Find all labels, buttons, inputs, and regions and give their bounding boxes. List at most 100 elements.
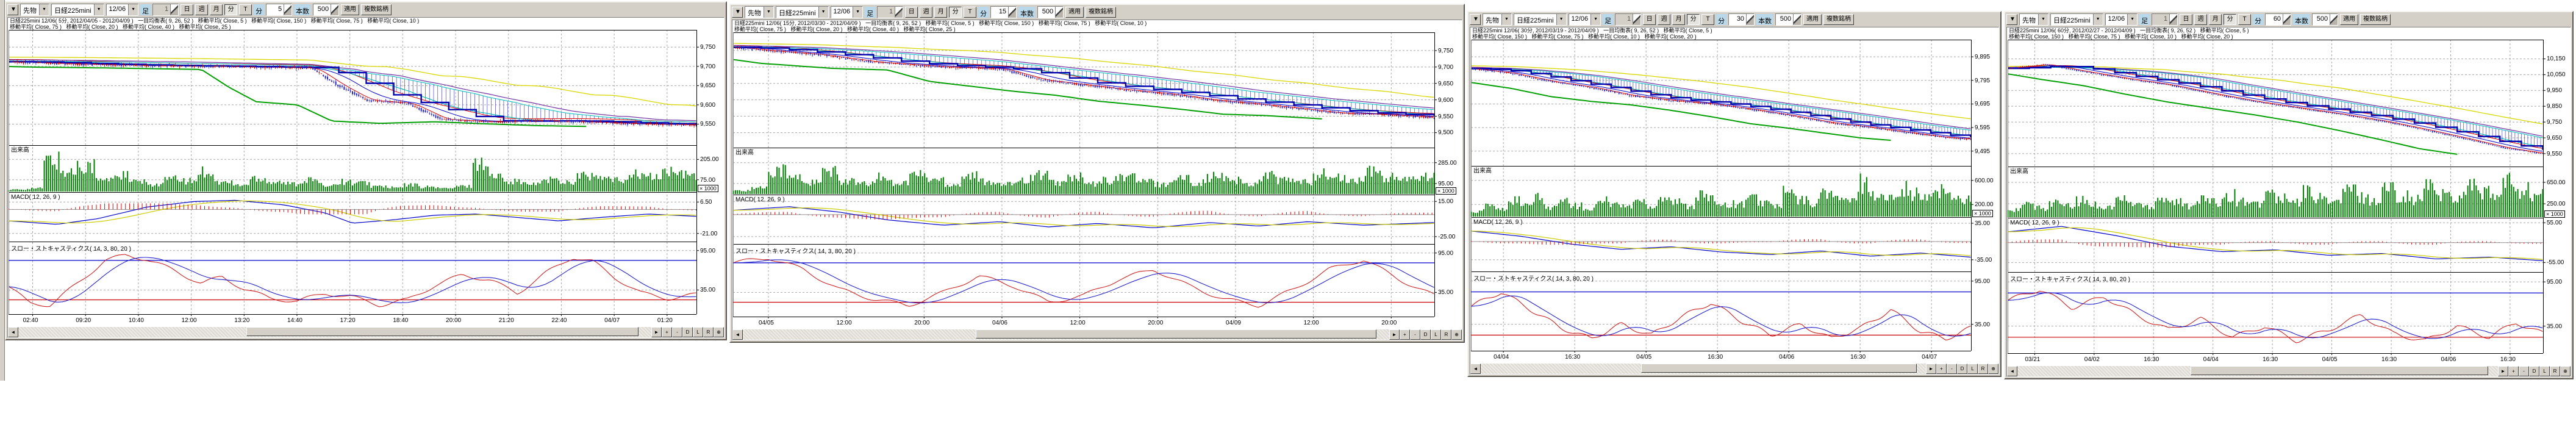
scroll-right-button[interactable]: ► bbox=[1389, 329, 1400, 340]
scroll-right-button[interactable]: ► bbox=[1926, 364, 1936, 374]
window-menu-button[interactable]: ▼ bbox=[7, 4, 18, 15]
scrollbar-thumb[interactable] bbox=[1641, 364, 1917, 373]
period-button-4[interactable]: T bbox=[964, 7, 976, 18]
period-button-1[interactable]: 週 bbox=[920, 7, 932, 18]
mode-r-button[interactable]: R bbox=[1978, 364, 1988, 374]
spinner-button[interactable] bbox=[331, 4, 338, 15]
bar-count-spinner[interactable]: 500 bbox=[2312, 13, 2338, 26]
zoom-out-button[interactable]: - bbox=[1947, 364, 1957, 374]
window-menu-button[interactable]: ▼ bbox=[732, 7, 743, 18]
period-button-1[interactable]: 週 bbox=[195, 4, 208, 15]
minute-spinner[interactable]: 15 bbox=[990, 6, 1017, 18]
scroll-left-button[interactable]: ◄ bbox=[2007, 366, 2017, 376]
multi-symbol-button[interactable]: 複数銘柄 bbox=[2360, 14, 2391, 25]
scrollbar-track[interactable] bbox=[18, 327, 651, 337]
period-button-2[interactable]: 月 bbox=[1672, 14, 1685, 25]
window-menu-button[interactable]: ▼ bbox=[2006, 14, 2017, 25]
magnify-button[interactable]: ⊕ bbox=[1451, 329, 1462, 340]
bar-count-spinner[interactable]: 500 bbox=[1775, 13, 1801, 26]
scrollbar-thumb[interactable] bbox=[976, 329, 1376, 339]
scroll-left-button[interactable]: ◄ bbox=[8, 327, 18, 337]
scrollbar-track[interactable] bbox=[2017, 366, 2498, 376]
mode-d-button[interactable]: D bbox=[682, 327, 693, 337]
mode-r-button[interactable]: R bbox=[703, 327, 714, 337]
period-button-4[interactable]: T bbox=[239, 4, 252, 15]
multi-symbol-button[interactable]: 複数銘柄 bbox=[1086, 7, 1116, 18]
minute-spinner[interactable]: 5 bbox=[266, 4, 292, 16]
spinner-button[interactable] bbox=[2330, 14, 2338, 25]
window-menu-button[interactable]: ▼ bbox=[1470, 14, 1481, 25]
period-button-0[interactable]: 日 bbox=[2180, 14, 2192, 25]
period-button-4[interactable]: T bbox=[2238, 14, 2251, 25]
scrollbar-thumb[interactable] bbox=[246, 327, 639, 336]
magnify-button[interactable]: ⊕ bbox=[2560, 366, 2571, 376]
apply-button[interactable]: 適用 bbox=[2340, 14, 2358, 25]
period-button-0[interactable]: 日 bbox=[905, 7, 918, 18]
multi-symbol-button[interactable]: 複数銘柄 bbox=[361, 4, 392, 15]
apply-button[interactable]: 適用 bbox=[1065, 7, 1084, 18]
period-button-2[interactable]: 月 bbox=[210, 4, 223, 15]
period-button-2[interactable]: 月 bbox=[934, 7, 947, 18]
scroll-left-button[interactable]: ◄ bbox=[1470, 364, 1481, 374]
spinner-button[interactable] bbox=[1055, 7, 1063, 18]
period-button-3[interactable]: 分 bbox=[2224, 14, 2236, 25]
apply-button[interactable]: 適用 bbox=[341, 4, 359, 15]
symbol-select[interactable]: 日経225mini▼ bbox=[51, 4, 104, 16]
contract-month-select[interactable]: 12/06▼ bbox=[106, 4, 139, 16]
magnify-button[interactable]: ⊕ bbox=[714, 327, 724, 337]
period-button-0[interactable]: 日 bbox=[181, 4, 193, 15]
zoom-out-button[interactable]: - bbox=[1410, 329, 1420, 340]
zoom-in-button[interactable]: + bbox=[1936, 364, 1947, 374]
symbol-select[interactable]: 日経225mini▼ bbox=[776, 6, 829, 18]
zoom-in-button[interactable]: + bbox=[1400, 329, 1410, 340]
period-button-3[interactable]: 分 bbox=[1687, 14, 1700, 25]
scrollbar-thumb[interactable] bbox=[2191, 366, 2489, 375]
spinner-button[interactable] bbox=[284, 4, 292, 15]
spinner-button[interactable] bbox=[1008, 7, 1016, 18]
zoom-out-button[interactable]: - bbox=[672, 327, 682, 337]
bar-count-spinner[interactable]: 500 bbox=[313, 4, 339, 16]
mode-d-button[interactable]: D bbox=[1420, 329, 1431, 340]
mode-r-button[interactable]: R bbox=[1441, 329, 1451, 340]
chart-canvas[interactable]: 出来高MACD( 12, 26, 9 )スロー・ストキャスティクス( 14, 3… bbox=[2008, 40, 2570, 366]
mode-d-button[interactable]: D bbox=[1957, 364, 1967, 374]
period-button-4[interactable]: T bbox=[1701, 14, 1714, 25]
contract-month-select[interactable]: 12/06▼ bbox=[2105, 13, 2138, 26]
instrument-type-select[interactable]: 先物▼ bbox=[2019, 13, 2048, 26]
mode-l-button[interactable]: L bbox=[693, 327, 703, 337]
mode-l-button[interactable]: L bbox=[1431, 329, 1441, 340]
zoom-out-button[interactable]: - bbox=[2519, 366, 2529, 376]
chart-canvas[interactable]: 出来高MACD( 12, 26, 9 )スロー・ストキャスティクス( 14, 3… bbox=[9, 30, 723, 327]
minute-spinner[interactable]: 60 bbox=[2265, 13, 2291, 26]
period-button-1[interactable]: 週 bbox=[1658, 14, 1670, 25]
zoom-in-button[interactable]: + bbox=[662, 327, 672, 337]
scroll-right-button[interactable]: ► bbox=[651, 327, 662, 337]
symbol-select[interactable]: 日経225mini▼ bbox=[2050, 13, 2103, 26]
minute-spinner[interactable]: 30 bbox=[1728, 13, 1755, 26]
mode-l-button[interactable]: L bbox=[1967, 364, 1978, 374]
chart-canvas[interactable]: 出来高MACD( 12, 26, 9 )スロー・ストキャスティクス( 14, 3… bbox=[733, 32, 1461, 329]
symbol-select[interactable]: 日経225mini▼ bbox=[1514, 13, 1567, 26]
chart-canvas[interactable]: 出来高MACD( 12, 26, 9 )スロー・ストキャスティクス( 14, 3… bbox=[1471, 40, 1998, 364]
zoom-in-button[interactable]: + bbox=[2508, 366, 2519, 376]
spinner-button[interactable] bbox=[1793, 14, 1801, 25]
instrument-type-select[interactable]: 先物▼ bbox=[745, 6, 774, 18]
magnify-button[interactable]: ⊕ bbox=[1988, 364, 1998, 374]
spinner-button[interactable] bbox=[1746, 14, 1754, 25]
apply-button[interactable]: 適用 bbox=[1803, 14, 1822, 25]
period-button-3[interactable]: 分 bbox=[949, 7, 962, 18]
mode-r-button[interactable]: R bbox=[2550, 366, 2560, 376]
scrollbar-track[interactable] bbox=[743, 329, 1389, 340]
scrollbar-track[interactable] bbox=[1481, 364, 1926, 374]
period-button-2[interactable]: 月 bbox=[2209, 14, 2222, 25]
instrument-type-select[interactable]: 先物▼ bbox=[1483, 13, 1512, 26]
contract-month-select[interactable]: 12/06▼ bbox=[831, 6, 864, 18]
period-button-1[interactable]: 週 bbox=[2194, 14, 2207, 25]
mode-d-button[interactable]: D bbox=[2529, 366, 2539, 376]
period-button-0[interactable]: 日 bbox=[1643, 14, 1656, 25]
scroll-right-button[interactable]: ► bbox=[2498, 366, 2508, 376]
period-button-3[interactable]: 分 bbox=[224, 4, 237, 15]
mode-l-button[interactable]: L bbox=[2539, 366, 2550, 376]
instrument-type-select[interactable]: 先物▼ bbox=[20, 4, 49, 16]
scroll-left-button[interactable]: ◄ bbox=[732, 329, 743, 340]
